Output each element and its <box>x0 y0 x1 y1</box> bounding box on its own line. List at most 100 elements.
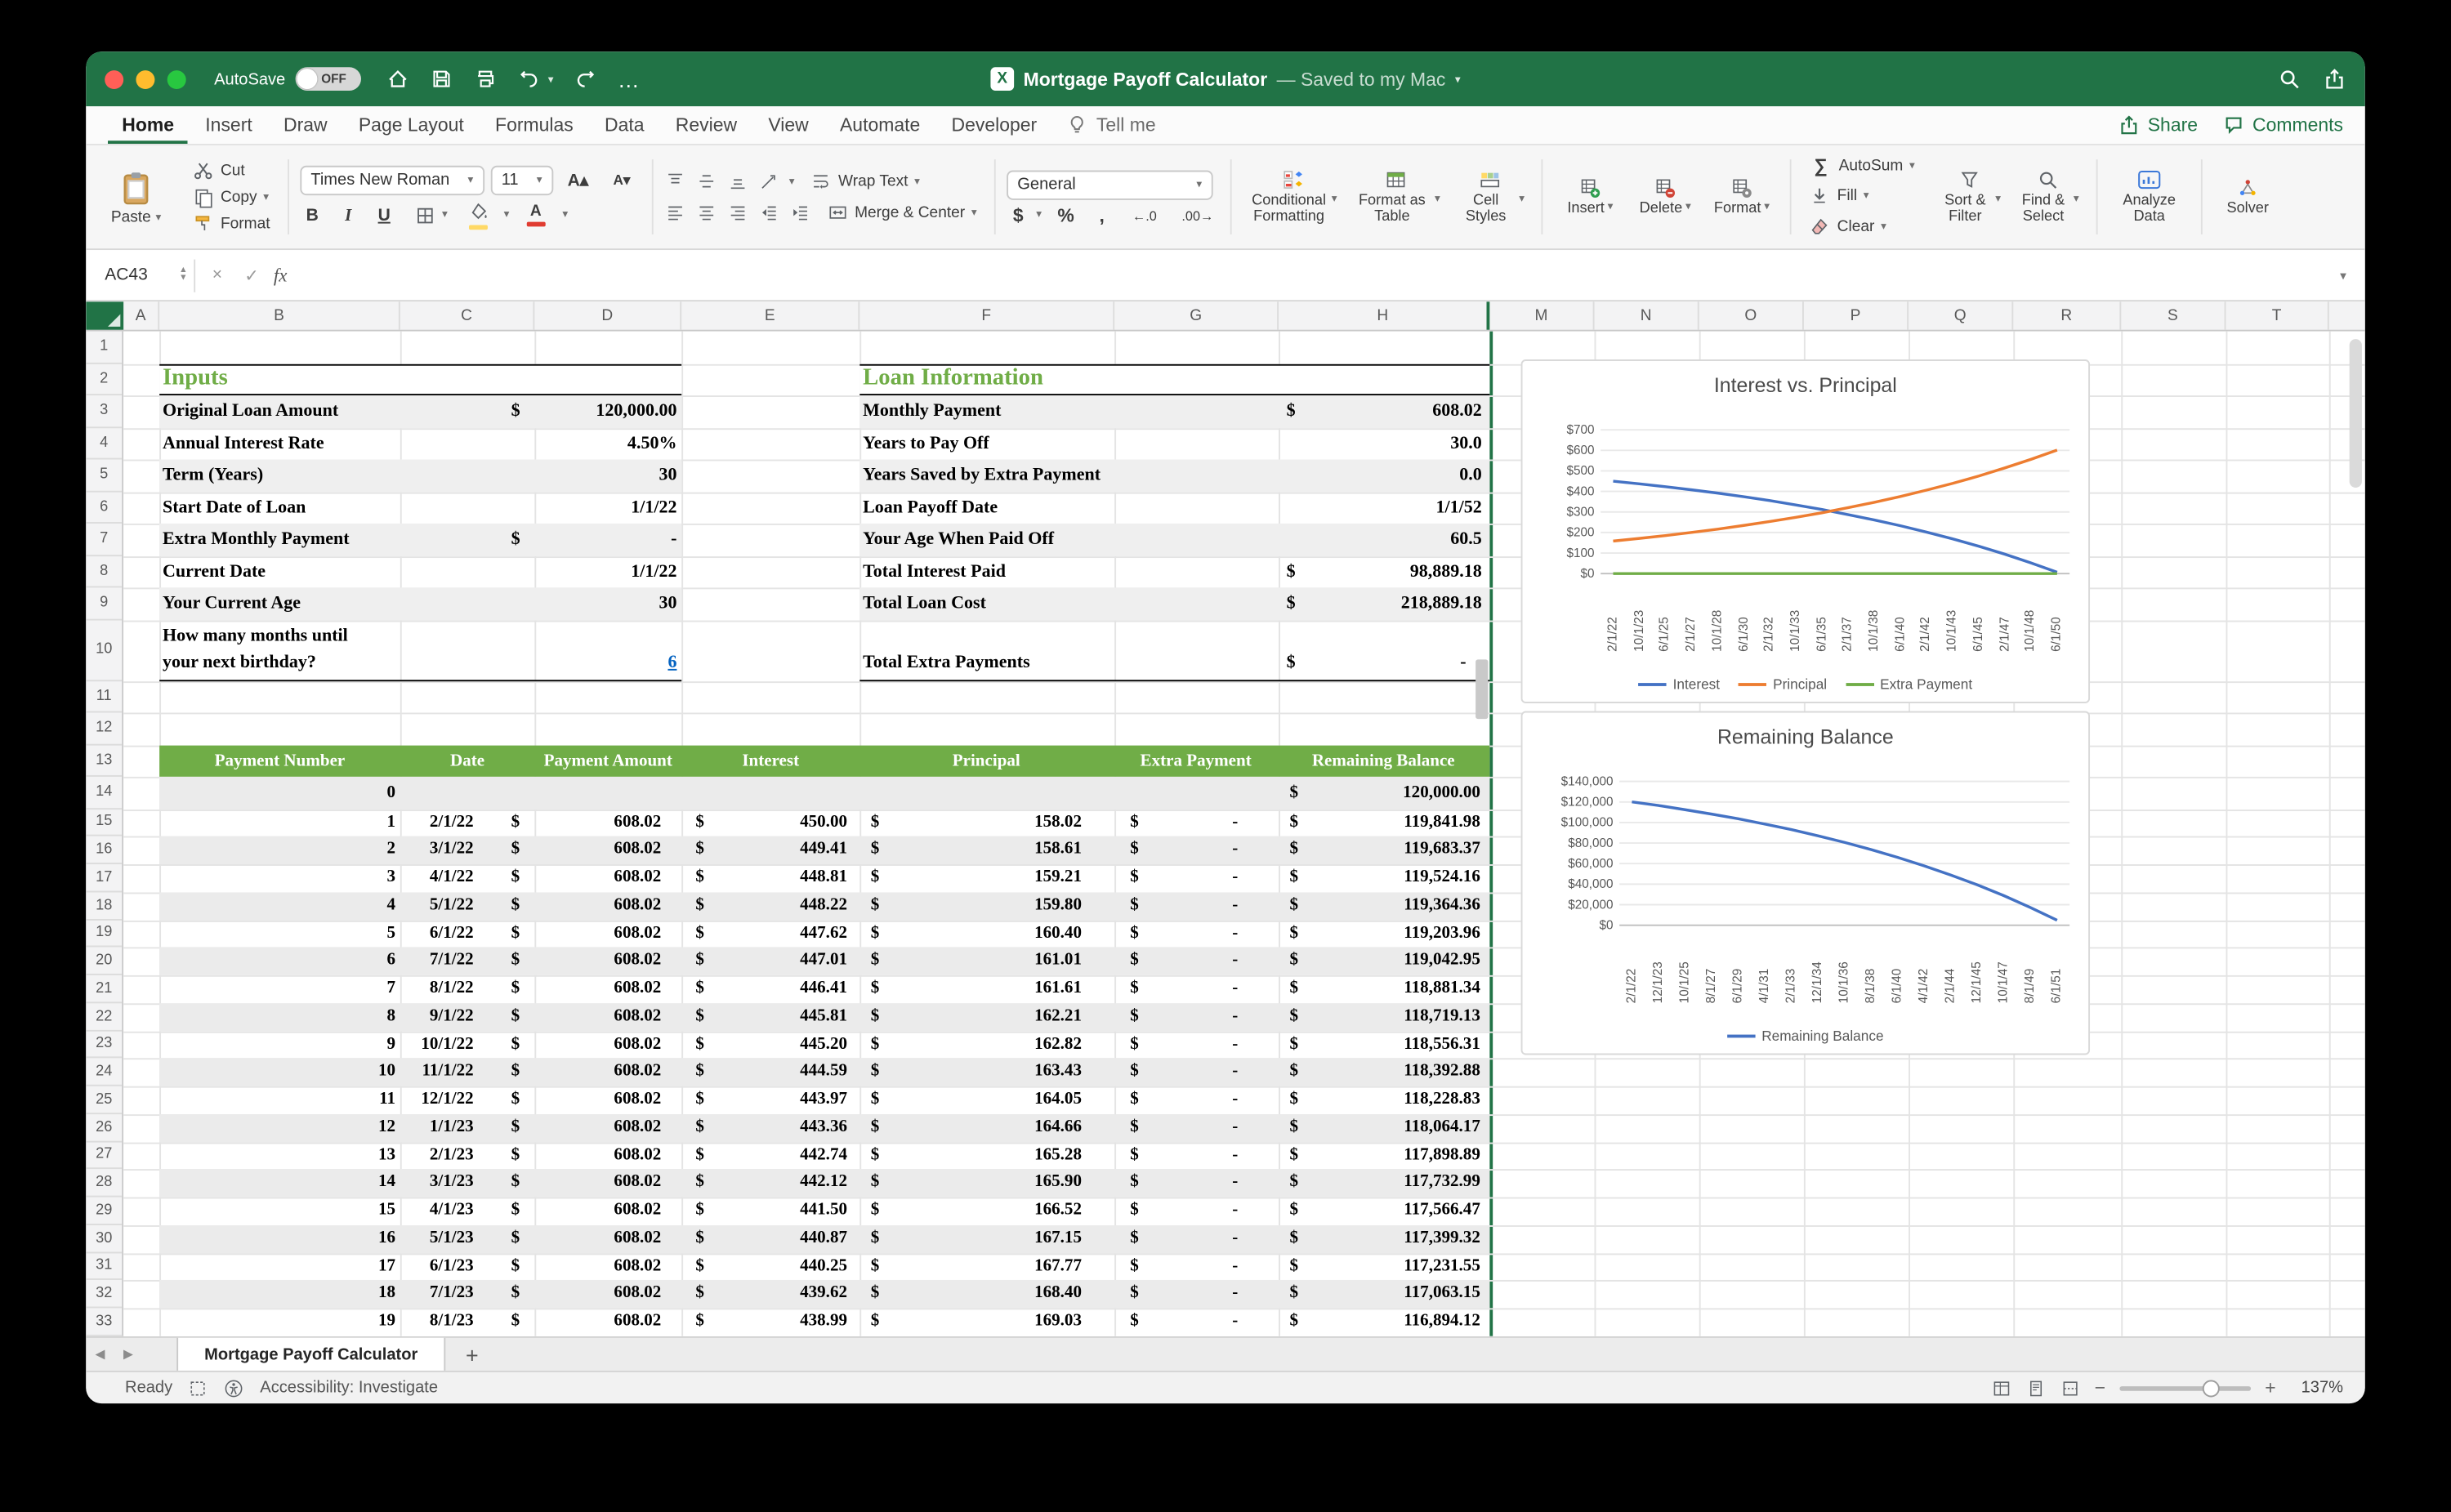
loan-info-row[interactable]: Monthly Payment$608.02 <box>859 395 1489 427</box>
column-header-A[interactable]: A <box>123 301 159 329</box>
row-header-29[interactable]: 29 <box>86 1198 122 1225</box>
merge-center-button[interactable]: Merge & Center▾ <box>820 200 983 225</box>
delete-cells-button[interactable]: Delete▾ <box>1629 152 1701 243</box>
analyze-data-button[interactable]: Analyze Data <box>2109 152 2190 243</box>
column-header-D[interactable]: D <box>534 301 681 329</box>
table-row[interactable]: 23/1/22$608.02$449.41$158.61$-$119,683.3… <box>159 836 1489 864</box>
column-header-H[interactable]: H <box>1279 301 1489 329</box>
more-commands-icon[interactable]: … <box>618 66 641 91</box>
underline-button[interactable]: U <box>372 206 397 225</box>
increase-indent-icon[interactable] <box>789 202 811 224</box>
tab-insert[interactable]: Insert <box>191 106 266 144</box>
row-header-17[interactable]: 17 <box>86 864 122 892</box>
print-icon[interactable] <box>473 67 497 91</box>
table-row[interactable]: 1112/1/22$608.02$443.97$164.05$-$118,228… <box>159 1086 1489 1114</box>
row-header-28[interactable]: 28 <box>86 1170 122 1198</box>
row-header-16[interactable]: 16 <box>86 836 122 864</box>
title-dropdown-icon[interactable]: ▾ <box>1455 73 1461 85</box>
italic-button[interactable]: I <box>336 206 361 225</box>
chart-remaining-balance[interactable]: Remaining Balance$0$20,000$40,000$60,000… <box>1521 711 2090 1055</box>
column-header-R[interactable]: R <box>2013 301 2121 329</box>
home-icon[interactable] <box>386 67 409 91</box>
formula-bar-expand-icon[interactable]: ▾ <box>2340 268 2352 282</box>
row-header-24[interactable]: 24 <box>86 1059 122 1086</box>
tab-developer[interactable]: Developer <box>937 106 1051 144</box>
name-box-stepper[interactable]: ▲▼ <box>179 267 187 283</box>
sheet-tab-mortgage-payoff-calculator[interactable]: Mortgage Payoff Calculator <box>176 1338 445 1371</box>
formula-input[interactable] <box>297 259 2331 292</box>
increase-font-size-button[interactable]: A▴ <box>560 168 597 192</box>
loan-info-row-total-extra[interactable]: Total Extra Payments$- <box>859 620 1489 681</box>
wrap-text-button[interactable]: Wrap Text▾ <box>804 169 926 194</box>
align-middle-icon[interactable] <box>695 171 717 193</box>
row-header-25[interactable]: 25 <box>86 1086 122 1114</box>
loan-info-row[interactable]: Your Age When Paid Off60.5 <box>859 524 1489 555</box>
row-header-15[interactable]: 15 <box>86 809 122 836</box>
tab-page-layout[interactable]: Page Layout <box>345 106 478 144</box>
currency-format-button[interactable]: $▾ <box>1007 206 1042 225</box>
table-row[interactable]: 154/1/23$608.02$441.50$166.52$-$117,566.… <box>159 1198 1489 1225</box>
row-header-9[interactable]: 9 <box>86 587 122 619</box>
share-button[interactable]: Share <box>2118 114 2198 136</box>
cancel-entry-icon[interactable]: × <box>205 265 230 284</box>
row-header-27[interactable]: 27 <box>86 1142 122 1170</box>
loan-info-row[interactable]: Loan Payoff Date1/1/52 <box>859 492 1489 524</box>
column-header-Q[interactable]: Q <box>1909 301 2013 329</box>
tab-automate[interactable]: Automate <box>826 106 935 144</box>
column-header-C[interactable]: C <box>400 301 535 329</box>
sort-filter-button[interactable]: Sort & Filter▾ <box>1932 152 2007 243</box>
smart-tag-icon[interactable] <box>1476 658 1488 718</box>
row-header-3[interactable]: 3 <box>86 395 122 427</box>
row-header-1[interactable]: 1 <box>86 332 122 364</box>
column-header-F[interactable]: F <box>859 301 1114 329</box>
column-header-S[interactable]: S <box>2121 301 2226 329</box>
redo-icon[interactable] <box>574 67 597 91</box>
input-row[interactable]: Original Loan Amount$120,000.00 <box>159 395 681 427</box>
font-size-select[interactable]: 11▾ <box>490 165 553 194</box>
column-header-P[interactable]: P <box>1804 301 1909 329</box>
table-row[interactable]: 176/1/23$608.02$440.25$167.77$-$117,231.… <box>159 1252 1489 1280</box>
align-center-icon[interactable] <box>695 202 717 224</box>
selection-mode-icon[interactable] <box>188 1378 208 1398</box>
add-sheet-button[interactable]: + <box>445 1338 498 1371</box>
row-header-26[interactable]: 26 <box>86 1114 122 1142</box>
fill-color-button[interactable] <box>465 201 493 229</box>
row-header-32[interactable]: 32 <box>86 1280 122 1308</box>
cut-button[interactable]: Cut <box>186 158 276 183</box>
decrease-indent-icon[interactable] <box>757 202 779 224</box>
row-header-10[interactable]: 10 <box>86 620 122 681</box>
align-top-icon[interactable] <box>664 171 686 193</box>
insert-function-icon[interactable]: fx <box>274 263 288 287</box>
zoom-level[interactable]: 137% <box>2290 1378 2343 1397</box>
share-window-icon[interactable] <box>2323 67 2346 91</box>
table-row[interactable]: 1011/1/22$608.02$444.59$163.43$-$118,392… <box>159 1059 1489 1086</box>
align-left-icon[interactable] <box>664 202 686 224</box>
row-header-5[interactable]: 5 <box>86 459 122 491</box>
table-row[interactable]: 121/1/23$608.02$443.36$164.66$-$118,064.… <box>159 1114 1489 1142</box>
row-header-22[interactable]: 22 <box>86 1003 122 1031</box>
input-row[interactable]: Your Current Age30 <box>159 587 681 619</box>
fill-button[interactable]: Fill▾ <box>1803 183 1922 208</box>
increase-decimal-button[interactable]: ←.0 <box>1126 206 1163 225</box>
bold-button[interactable]: B <box>300 206 325 225</box>
table-row[interactable]: 143/1/23$608.02$442.12$165.90$-$117,732.… <box>159 1170 1489 1198</box>
tab-view[interactable]: View <box>754 106 823 144</box>
row-header-20[interactable]: 20 <box>86 948 122 975</box>
vertical-scrollbar[interactable] <box>2350 339 2362 1292</box>
row-header-7[interactable]: 7 <box>86 524 122 555</box>
orientation-icon[interactable] <box>757 171 779 193</box>
decrease-decimal-button[interactable]: .00→ <box>1176 206 1220 225</box>
row-header-23[interactable]: 23 <box>86 1031 122 1059</box>
table-row[interactable]: 45/1/22$608.02$448.22$159.80$-$119,364.3… <box>159 892 1489 920</box>
decrease-font-size-button[interactable]: A▾ <box>603 170 641 190</box>
font-name-select[interactable]: Times New Roman▾ <box>300 165 484 194</box>
search-icon[interactable] <box>2278 67 2301 91</box>
column-header-B[interactable]: B <box>159 301 400 329</box>
row-header-2[interactable]: 2 <box>86 364 122 395</box>
row-header-14[interactable]: 14 <box>86 777 122 809</box>
fullscreen-window-button[interactable] <box>167 69 186 88</box>
scrollbar-thumb[interactable] <box>2350 339 2362 488</box>
align-right-icon[interactable] <box>726 202 748 224</box>
normal-view-icon[interactable] <box>1991 1378 2011 1398</box>
autosum-button[interactable]: ∑AutoSum▾ <box>1803 154 1922 176</box>
